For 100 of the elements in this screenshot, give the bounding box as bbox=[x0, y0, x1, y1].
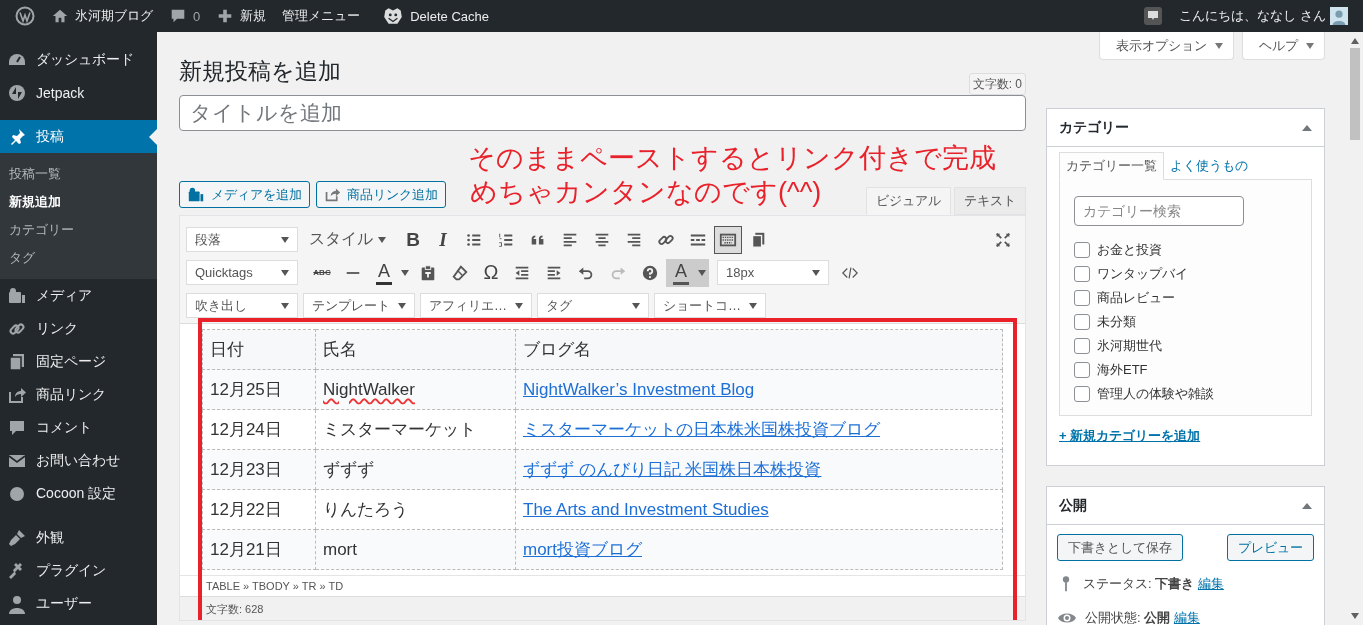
screen-tab-button[interactable]: 表示オプション bbox=[1099, 32, 1234, 60]
italic-button[interactable]: I bbox=[428, 225, 458, 254]
scrollbar-thumb[interactable] bbox=[1350, 48, 1360, 140]
editor-dropdown[interactable]: アフィリエ… bbox=[420, 293, 532, 318]
table-cell: 12月25日 bbox=[202, 369, 316, 410]
category-label: 海外ETF bbox=[1097, 361, 1148, 379]
table-cell: 12月22日 bbox=[202, 489, 316, 530]
blog-link[interactable]: ずずず のんびり日記 米国株日本株投資 bbox=[523, 460, 822, 479]
category-label: 商品レビュー bbox=[1097, 289, 1175, 307]
table-cell: 12月21日 bbox=[202, 529, 316, 570]
caret-icon bbox=[632, 302, 640, 309]
submenu-item[interactable]: タグ bbox=[0, 244, 157, 272]
font-size-select[interactable]: 18px bbox=[717, 260, 829, 285]
quicktags-select[interactable]: Quicktags bbox=[186, 260, 298, 285]
editor-tab[interactable]: ビジュアル bbox=[866, 187, 951, 215]
column-header: 日付 bbox=[202, 329, 316, 370]
menu-item[interactable]: プラグイン bbox=[0, 554, 157, 587]
new-menu-link[interactable]: 新規 bbox=[240, 7, 267, 25]
caret-icon bbox=[698, 269, 706, 276]
caret-icon bbox=[515, 302, 523, 309]
caret-icon bbox=[749, 302, 757, 309]
submenu-item[interactable]: カテゴリー bbox=[0, 216, 157, 244]
edit-link[interactable]: 編集 bbox=[1197, 576, 1224, 591]
annotation-text: めちゃカンタンなのです(^^) bbox=[470, 176, 822, 209]
category-label: ワンタップバイ bbox=[1097, 265, 1188, 283]
share-icon bbox=[324, 186, 341, 203]
fullscreen-icon[interactable] bbox=[994, 230, 1012, 249]
word-count: 文字数: 628 bbox=[180, 596, 1025, 620]
table-cell: 12月23日 bbox=[202, 449, 316, 490]
screen-tab-button[interactable]: ヘルプ bbox=[1242, 32, 1325, 60]
checkbox[interactable] bbox=[1074, 338, 1090, 354]
help-icon[interactable] bbox=[641, 263, 659, 282]
menu-item[interactable]: リンク bbox=[0, 312, 157, 345]
submenu-item[interactable]: 投稿一覧 bbox=[0, 160, 157, 188]
menu-item[interactable]: コメント bbox=[0, 411, 157, 444]
menu-item[interactable]: 外観 bbox=[0, 521, 157, 554]
edit-link[interactable]: 編集 bbox=[1173, 610, 1200, 625]
menu-item[interactable]: Cocoon 設定 bbox=[0, 477, 157, 510]
editor-dropdown[interactable]: テンプレート bbox=[303, 293, 415, 318]
admin-menu-link[interactable]: 管理メニュー bbox=[282, 7, 361, 25]
menu-item[interactable]: ダッシュボード bbox=[0, 43, 157, 76]
strikethrough-button[interactable]: ABC bbox=[307, 258, 337, 287]
page-title: 新規投稿を追加 bbox=[179, 57, 341, 86]
bold-button[interactable]: B bbox=[398, 225, 428, 254]
box-title: カテゴリー bbox=[1059, 118, 1129, 137]
editor-dropdown[interactable]: 吹き出し bbox=[186, 293, 298, 318]
preview-button[interactable]: プレビュー bbox=[1227, 534, 1314, 561]
format-select[interactable]: 段落 bbox=[186, 227, 298, 252]
checkbox[interactable] bbox=[1074, 242, 1090, 258]
comment-count[interactable]: 0 bbox=[193, 8, 201, 24]
editor-dropdown[interactable]: ショートコ… bbox=[654, 293, 766, 318]
title-field[interactable]: タイトルを追加 bbox=[179, 95, 1026, 131]
category-tab[interactable]: よく使うもの bbox=[1164, 153, 1254, 179]
scroll-up-icon bbox=[1351, 38, 1359, 44]
special-character-button[interactable]: Ω bbox=[476, 258, 506, 287]
animal-head-icon bbox=[382, 5, 405, 27]
scroll-down-icon bbox=[1351, 613, 1359, 619]
notification-icon[interactable] bbox=[1143, 6, 1164, 26]
checkbox[interactable] bbox=[1074, 362, 1090, 378]
delete-cache-link[interactable]: Delete Cache bbox=[410, 8, 489, 24]
editor-dropdown[interactable]: タグ bbox=[537, 293, 649, 318]
menu-item[interactable]: ユーザー bbox=[0, 587, 157, 620]
paste-text-icon[interactable] bbox=[419, 263, 437, 282]
blog-link[interactable]: NightWalker’s Investment Blog bbox=[523, 379, 755, 399]
styles-menu[interactable]: スタイル bbox=[309, 229, 386, 250]
caret-icon bbox=[398, 302, 406, 309]
blog-link[interactable]: mort投資ブログ bbox=[523, 540, 642, 559]
add-media-button[interactable]: メディアを追加 bbox=[179, 181, 310, 208]
name-text: りんたろう bbox=[323, 500, 408, 519]
blog-link[interactable]: ミスターマーケットの日本株米国株投資ブログ bbox=[523, 420, 880, 439]
greeting-text[interactable]: こんにちは、ななし さん bbox=[1179, 7, 1326, 25]
menu-item[interactable]: メディア bbox=[0, 279, 157, 312]
add-category-link[interactable]: + 新規カテゴリーを追加 bbox=[1059, 427, 1201, 445]
category-search-field[interactable]: カテゴリー検索 bbox=[1074, 196, 1244, 226]
checkbox[interactable] bbox=[1074, 314, 1090, 330]
checkbox[interactable] bbox=[1074, 266, 1090, 282]
checkbox[interactable] bbox=[1074, 290, 1090, 306]
editor-tab[interactable]: テキスト bbox=[954, 187, 1026, 215]
save-draft-button[interactable]: 下書きとして保存 bbox=[1057, 534, 1183, 561]
collapse-icon[interactable] bbox=[1302, 124, 1312, 131]
caret-icon bbox=[812, 269, 820, 276]
category-label: 氷河期世代 bbox=[1097, 337, 1162, 355]
add-product-link-button[interactable]: 商品リンク追加 bbox=[316, 181, 446, 208]
site-name-link[interactable]: 氷河期ブログ bbox=[75, 7, 153, 25]
eraser-icon[interactable] bbox=[451, 263, 469, 282]
menu-item[interactable]: 固定ページ bbox=[0, 345, 157, 378]
category-tab[interactable]: カテゴリー一覧 bbox=[1059, 152, 1164, 180]
menu-item[interactable]: 投稿 bbox=[0, 120, 157, 153]
caret-icon bbox=[281, 269, 289, 276]
blog-link[interactable]: The Arts and Investment Studies bbox=[523, 499, 769, 519]
menu-item[interactable]: 商品リンク bbox=[0, 378, 157, 411]
caret-icon bbox=[281, 236, 289, 243]
menu-item[interactable]: Jetpack bbox=[0, 76, 157, 109]
text-color-button[interactable]: A bbox=[372, 260, 396, 285]
submenu-item[interactable]: 新規追加 bbox=[0, 188, 157, 216]
logo-icon[interactable] bbox=[15, 6, 35, 26]
checkbox[interactable] bbox=[1074, 386, 1090, 402]
menu-item[interactable]: お問い合わせ bbox=[0, 444, 157, 477]
collapse-icon[interactable] bbox=[1302, 502, 1312, 509]
annotation-text: そのままペーストするとリンク付きで完成 bbox=[468, 142, 997, 175]
